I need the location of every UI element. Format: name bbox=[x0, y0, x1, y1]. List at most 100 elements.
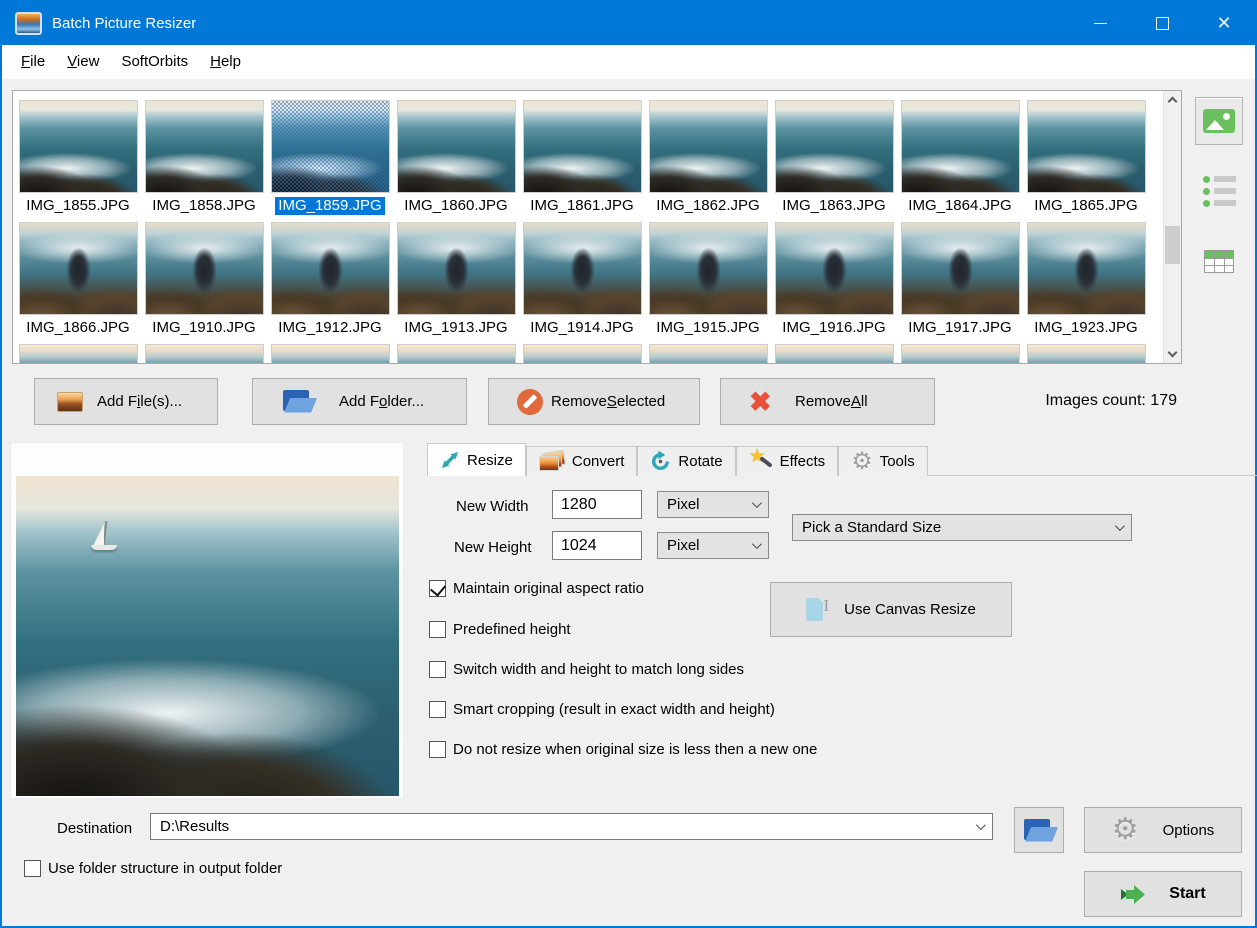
thumbnail-image[interactable] bbox=[523, 100, 642, 193]
thumbnail-image[interactable] bbox=[775, 100, 894, 193]
thumbnail[interactable] bbox=[897, 337, 1023, 364]
height-unit-select[interactable]: Pixel bbox=[657, 532, 769, 559]
thumbnail-image[interactable] bbox=[397, 100, 516, 193]
thumbnail-image[interactable] bbox=[397, 222, 516, 315]
thumbnail-image[interactable] bbox=[19, 100, 138, 193]
start-button[interactable]: Start bbox=[1084, 871, 1242, 917]
thumbnail-image[interactable] bbox=[649, 344, 768, 364]
thumbnail[interactable]: IMG_1859.JPG bbox=[267, 93, 393, 215]
thumbnail[interactable]: IMG_1864.JPG bbox=[897, 93, 1023, 215]
thumbnail-image[interactable] bbox=[271, 222, 390, 315]
thumbnail-image[interactable] bbox=[145, 100, 264, 193]
thumbnail[interactable]: IMG_1913.JPG bbox=[393, 215, 519, 337]
thumbnail[interactable] bbox=[645, 337, 771, 364]
tab-tools[interactable]: ⚙ Tools bbox=[838, 446, 928, 476]
thumbnail[interactable]: IMG_1860.JPG bbox=[393, 93, 519, 215]
tab-resize[interactable]: Resize bbox=[427, 443, 526, 476]
checkbox-icon[interactable] bbox=[24, 860, 41, 877]
thumbnail[interactable]: IMG_1865.JPG bbox=[1023, 93, 1149, 215]
thumbnail[interactable] bbox=[393, 337, 519, 364]
tab-rotate[interactable]: Rotate bbox=[637, 446, 735, 476]
menu-view[interactable]: View bbox=[56, 48, 110, 75]
menu-help[interactable]: Help bbox=[199, 48, 252, 75]
thumbnail-image[interactable] bbox=[649, 222, 768, 315]
use-canvas-resize-button[interactable]: I Use Canvas Resize bbox=[770, 582, 1012, 637]
thumbnail-image[interactable] bbox=[775, 344, 894, 364]
width-unit-select[interactable]: Pixel bbox=[657, 491, 769, 518]
destination-combobox[interactable]: D:\Results bbox=[150, 813, 993, 840]
resize-option-checkbox[interactable]: Do not resize when original size is less… bbox=[429, 741, 817, 758]
thumbnail[interactable]: IMG_1861.JPG bbox=[519, 93, 645, 215]
thumbnail-image[interactable] bbox=[271, 100, 390, 193]
thumbnail[interactable] bbox=[141, 337, 267, 364]
options-button[interactable]: ⚙ Options bbox=[1084, 807, 1242, 853]
thumbnail[interactable] bbox=[519, 337, 645, 364]
checkbox-icon[interactable] bbox=[429, 580, 446, 597]
close-button[interactable]: ✕ bbox=[1193, 2, 1255, 45]
resize-option-checkbox[interactable]: Switch width and height to match long si… bbox=[429, 661, 744, 678]
thumbnail[interactable]: IMG_1910.JPG bbox=[141, 215, 267, 337]
thumbnail-image[interactable] bbox=[19, 222, 138, 315]
remove-selected-button[interactable]: Remove Selected bbox=[488, 378, 700, 425]
resize-option-checkbox[interactable]: Maintain original aspect ratio bbox=[429, 580, 644, 597]
resize-option-checkbox[interactable]: Predefined height bbox=[429, 621, 571, 638]
thumbnail-scrollbar[interactable] bbox=[1163, 91, 1181, 363]
scroll-up-icon[interactable] bbox=[1164, 91, 1181, 108]
add-files-button[interactable]: Add File(s)... bbox=[34, 378, 218, 425]
add-folder-button[interactable]: Add Folder... bbox=[252, 378, 467, 425]
thumbnail[interactable] bbox=[267, 337, 393, 364]
table-view-button[interactable] bbox=[1195, 237, 1243, 285]
thumbnail[interactable] bbox=[771, 337, 897, 364]
thumbnail[interactable]: IMG_1866.JPG bbox=[15, 215, 141, 337]
new-width-input[interactable] bbox=[552, 490, 642, 519]
remove-all-button[interactable]: ✖ Remove All bbox=[720, 378, 935, 425]
thumbnail[interactable]: IMG_1914.JPG bbox=[519, 215, 645, 337]
checkbox-icon[interactable] bbox=[429, 661, 446, 678]
thumbnail-image[interactable] bbox=[901, 100, 1020, 193]
browse-folder-button[interactable] bbox=[1014, 807, 1064, 853]
tab-effects[interactable]: ★ Effects bbox=[736, 446, 839, 476]
minimize-button[interactable] bbox=[1069, 2, 1131, 45]
menu-softorbits[interactable]: SoftOrbits bbox=[110, 48, 199, 75]
list-view-button[interactable] bbox=[1195, 167, 1243, 215]
thumbnail[interactable]: IMG_1923.JPG bbox=[1023, 215, 1149, 337]
thumbnail-image[interactable] bbox=[649, 100, 768, 193]
checkbox-icon[interactable] bbox=[429, 621, 446, 638]
thumbnail[interactable]: IMG_1855.JPG bbox=[15, 93, 141, 215]
thumbnail-image[interactable] bbox=[1027, 222, 1146, 315]
tab-convert[interactable]: Convert bbox=[526, 446, 638, 476]
thumbnail-image[interactable] bbox=[397, 344, 516, 364]
scrollbar-thumb[interactable] bbox=[1165, 226, 1180, 264]
thumbnail[interactable]: IMG_1862.JPG bbox=[645, 93, 771, 215]
maximize-button[interactable] bbox=[1131, 2, 1193, 45]
thumbnail-view-button[interactable] bbox=[1195, 97, 1243, 145]
thumbnail-image[interactable] bbox=[145, 222, 264, 315]
new-height-input[interactable] bbox=[552, 531, 642, 560]
thumbnail-image[interactable] bbox=[901, 344, 1020, 364]
folder-structure-checkbox[interactable]: Use folder structure in output folder bbox=[24, 860, 282, 877]
maximize-icon bbox=[1156, 17, 1169, 30]
thumbnail-image[interactable] bbox=[523, 222, 642, 315]
thumbnail-image[interactable] bbox=[523, 344, 642, 364]
thumbnail[interactable]: IMG_1863.JPG bbox=[771, 93, 897, 215]
thumbnail[interactable]: IMG_1858.JPG bbox=[141, 93, 267, 215]
thumbnail[interactable]: IMG_1912.JPG bbox=[267, 215, 393, 337]
thumbnail[interactable]: IMG_1917.JPG bbox=[897, 215, 1023, 337]
thumbnail-image[interactable] bbox=[19, 344, 138, 364]
thumbnail[interactable] bbox=[1023, 337, 1149, 364]
thumbnail-image[interactable] bbox=[145, 344, 264, 364]
thumbnail-image[interactable] bbox=[775, 222, 894, 315]
thumbnail-image[interactable] bbox=[1027, 344, 1146, 364]
thumbnail[interactable] bbox=[15, 337, 141, 364]
thumbnail[interactable]: IMG_1915.JPG bbox=[645, 215, 771, 337]
thumbnail-image[interactable] bbox=[1027, 100, 1146, 193]
thumbnail[interactable]: IMG_1916.JPG bbox=[771, 215, 897, 337]
checkbox-icon[interactable] bbox=[429, 741, 446, 758]
resize-option-checkbox[interactable]: Smart cropping (result in exact width an… bbox=[429, 701, 775, 718]
checkbox-icon[interactable] bbox=[429, 701, 446, 718]
scroll-down-icon[interactable] bbox=[1164, 346, 1181, 363]
thumbnail-image[interactable] bbox=[901, 222, 1020, 315]
menu-file[interactable]: File bbox=[10, 48, 56, 75]
thumbnail-image[interactable] bbox=[271, 344, 390, 364]
standard-size-select[interactable]: Pick a Standard Size bbox=[792, 514, 1132, 541]
